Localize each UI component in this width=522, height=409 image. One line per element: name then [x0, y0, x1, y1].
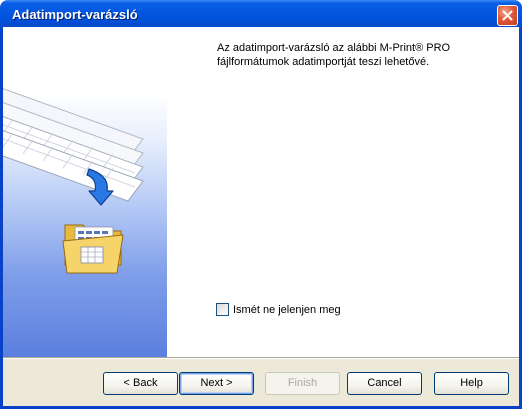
dont-show-again-row[interactable]: Ismét ne jelenjen meg [216, 303, 341, 316]
wizard-side-panel [3, 27, 167, 357]
wizard-window: Adatimport-varázsló Az adatimport-varázs… [0, 0, 522, 409]
title-bar[interactable]: Adatimport-varázsló [0, 0, 522, 30]
close-icon [502, 10, 513, 21]
dont-show-again-label[interactable]: Ismét ne jelenjen meg [233, 304, 341, 316]
next-button[interactable]: Next > [179, 372, 254, 395]
button-separator-highlight [3, 358, 519, 359]
back-button[interactable]: < Back [103, 372, 178, 395]
spreadsheet-pages-icon [3, 88, 144, 202]
finish-button[interactable]: Finish [265, 372, 340, 395]
folder-icon [62, 224, 124, 274]
wizard-illustration [3, 88, 144, 274]
close-button[interactable] [497, 5, 518, 26]
cancel-button[interactable]: Cancel [347, 372, 422, 395]
wizard-content: Az adatimport-varázsló az alábbi M-Print… [167, 27, 519, 357]
dont-show-again-checkbox[interactable] [216, 303, 229, 316]
intro-text: Az adatimport-varázsló az alábbi M-Print… [217, 42, 451, 68]
help-button[interactable]: Help [434, 372, 509, 395]
window-title: Adatimport-varázsló [12, 7, 138, 22]
